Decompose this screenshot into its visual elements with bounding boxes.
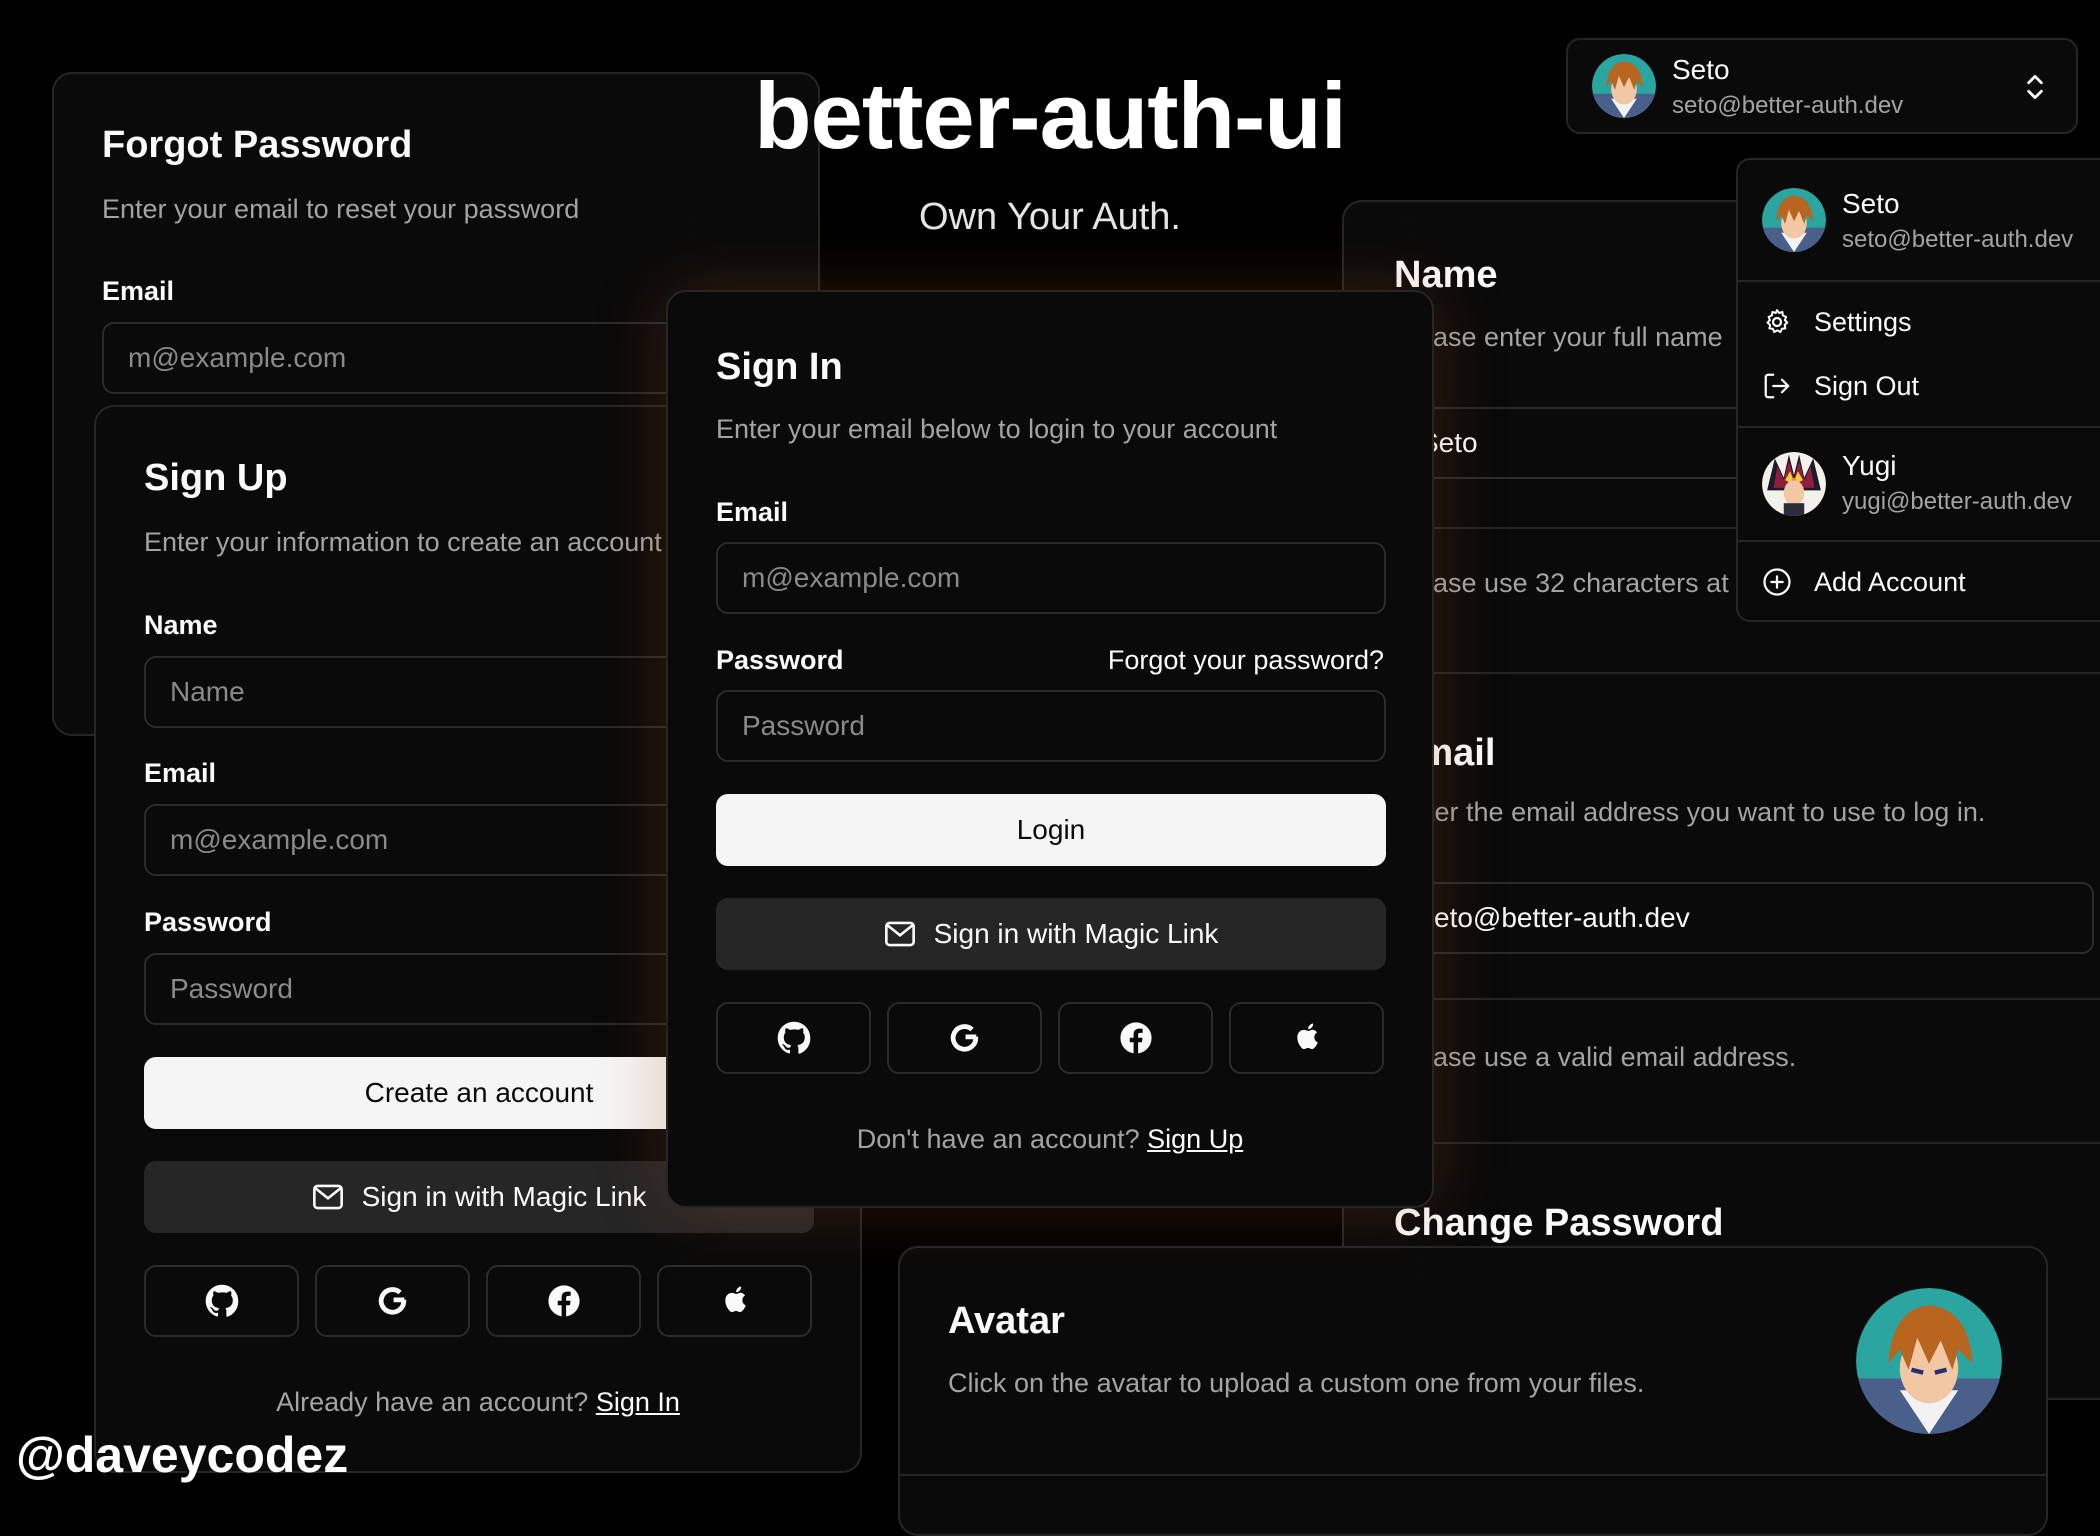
name-section-description: Please enter your full name xyxy=(1394,322,1723,352)
avatar-card-footer-border xyxy=(900,1474,2046,1476)
mail-icon xyxy=(884,921,915,947)
gear-icon xyxy=(1766,309,1789,333)
sign-in-email-input[interactable] xyxy=(716,542,1386,614)
github-button[interactable] xyxy=(144,1265,299,1337)
dropdown-divider xyxy=(1738,540,2100,542)
magic-link-label: Sign in with Magic Link xyxy=(933,918,1219,949)
github-button[interactable] xyxy=(716,1002,871,1074)
sign-up-title: Sign Up xyxy=(144,457,288,499)
user-button-email: seto@better-auth.dev xyxy=(1672,92,1904,119)
github-icon xyxy=(205,1284,238,1317)
forgot-password-link[interactable]: Forgot your password? xyxy=(1108,645,1384,676)
facebook-button[interactable] xyxy=(1058,1002,1213,1074)
avatar-upload-button[interactable] xyxy=(1856,1288,2002,1434)
facebook-icon xyxy=(1119,1022,1152,1054)
apple-icon xyxy=(724,1286,746,1312)
seto-avatar xyxy=(1762,188,1826,252)
google-button[interactable] xyxy=(315,1265,470,1337)
google-icon xyxy=(950,1024,978,1052)
login-button[interactable]: Login xyxy=(716,794,1386,866)
sign-in-card: Sign In Enter your email below to login … xyxy=(666,290,1434,1208)
plus-circle-icon xyxy=(1763,568,1791,596)
hero-subtitle: Own Your Auth. xyxy=(919,196,1181,238)
github-icon xyxy=(777,1021,810,1054)
seto-avatar-large xyxy=(1856,1288,2002,1434)
google-icon xyxy=(378,1287,406,1315)
yugi-email: yugi@better-auth.dev xyxy=(1842,488,2072,515)
settings-email-input[interactable] xyxy=(1394,882,2094,954)
sign-up-password-label: Password xyxy=(144,907,272,937)
sign-up-link[interactable]: Sign Up xyxy=(1147,1124,1243,1154)
sign-up-description: Enter your information to create an acco… xyxy=(144,527,662,557)
sign-up-name-label: Name xyxy=(144,610,218,640)
sign-in-password-input[interactable] xyxy=(716,690,1386,762)
dropdown-current-name: Seto xyxy=(1842,188,1900,219)
log-out-icon xyxy=(1764,373,1790,399)
hero-title: better-auth-ui xyxy=(754,63,1347,168)
section-separator xyxy=(1344,672,2100,674)
sign-in-magic-link-button[interactable]: Sign in with Magic Link xyxy=(716,898,1386,970)
mail-icon xyxy=(312,1184,343,1210)
settings-label: Settings xyxy=(1814,306,1912,337)
yugi-name: Yugi xyxy=(1842,450,1897,481)
sign-in-description: Enter your email below to login to your … xyxy=(716,414,1278,444)
sign-in-title: Sign In xyxy=(716,346,843,388)
sign-in-footer: Don't have an account? Sign Up xyxy=(668,1124,1432,1155)
apple-button[interactable] xyxy=(1229,1002,1384,1074)
email-section-hint: Please use a valid email address. xyxy=(1394,1042,1797,1072)
user-dropdown-menu: Seto seto@better-auth.dev Settings Sign … xyxy=(1736,158,2100,622)
dropdown-current-user: Seto seto@better-auth.dev xyxy=(1738,160,2100,280)
sign-up-footer-text: Already have an account? xyxy=(276,1387,589,1417)
sign-up-email-label: Email xyxy=(144,758,217,788)
apple-button[interactable] xyxy=(657,1265,812,1337)
avatar-title: Avatar xyxy=(948,1300,1065,1342)
switch-account-yugi[interactable]: Yugi yugi@better-auth.dev xyxy=(1738,428,2100,540)
author-credit: @daveycodez xyxy=(16,1427,349,1483)
sign-up-footer: Already have an account? Sign In xyxy=(96,1387,860,1418)
add-account-menu-item[interactable]: Add Account xyxy=(1738,554,2100,610)
email-section-description: Enter the email address you want to use … xyxy=(1394,797,1986,827)
avatar-card: Avatar Click on the avatar to upload a c… xyxy=(898,1246,2048,1536)
dropdown-divider xyxy=(1738,280,2100,282)
user-button-name: Seto xyxy=(1672,54,1730,85)
settings-menu-item[interactable]: Settings xyxy=(1738,294,2100,350)
magic-link-label: Sign in with Magic Link xyxy=(361,1181,647,1212)
seto-avatar xyxy=(1592,54,1656,118)
sign-in-email-label: Email xyxy=(716,497,789,527)
avatar-description: Click on the avatar to upload a custom o… xyxy=(948,1368,1645,1398)
sign-out-label: Sign Out xyxy=(1814,370,1920,401)
sign-in-password-label: Password xyxy=(716,645,844,675)
forgot-password-title: Forgot Password xyxy=(102,124,413,166)
apple-icon xyxy=(1296,1023,1318,1049)
chevrons-up-down-icon xyxy=(2027,74,2043,100)
add-account-label: Add Account xyxy=(1814,566,1966,597)
section-separator xyxy=(1344,1142,2100,1144)
forgot-password-description: Enter your email to reset your password xyxy=(102,194,580,224)
sign-in-link[interactable]: Sign In xyxy=(596,1387,680,1417)
sign-in-footer-text: Don't have an account? xyxy=(856,1124,1140,1154)
facebook-icon xyxy=(547,1285,580,1317)
yugi-avatar xyxy=(1762,452,1826,516)
email-section-footer-border xyxy=(1344,998,2100,1000)
change-password-title: Change Password xyxy=(1394,1202,1724,1244)
sign-out-menu-item[interactable]: Sign Out xyxy=(1738,358,2100,414)
forgot-email-label: Email xyxy=(102,276,175,306)
dropdown-current-email: seto@better-auth.dev xyxy=(1842,226,2074,253)
facebook-button[interactable] xyxy=(486,1265,641,1337)
user-button[interactable]: Seto seto@better-auth.dev xyxy=(1566,38,2078,134)
google-button[interactable] xyxy=(887,1002,1042,1074)
